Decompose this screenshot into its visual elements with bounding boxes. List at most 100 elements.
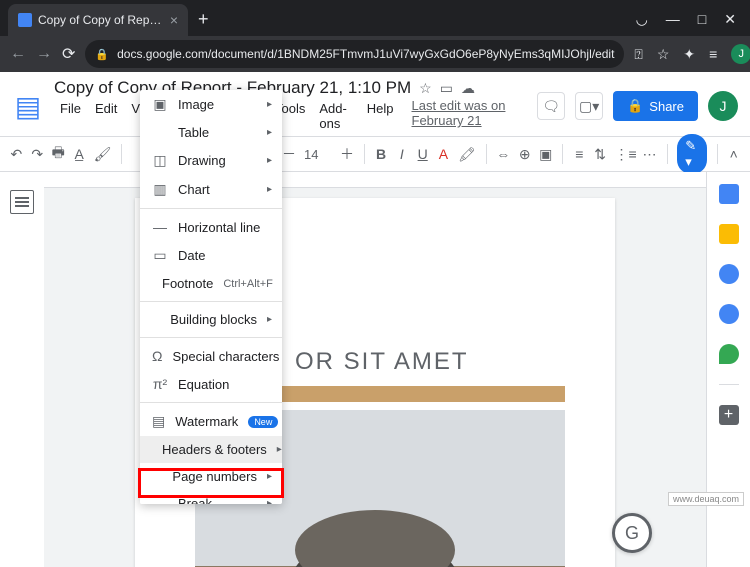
submenu-arrow-icon: ▸ (267, 498, 272, 504)
hide-menus-button[interactable]: ˄ (727, 146, 740, 162)
maximize-button[interactable]: □ (698, 11, 706, 28)
move-icon[interactable]: ▭ (440, 80, 453, 97)
editing-mode-button[interactable]: ✎ ▾ (677, 134, 706, 174)
paint-format-button[interactable]: 🖌 (94, 146, 112, 163)
menu-item-label: Horizontal line (178, 220, 272, 235)
line-spacing-button[interactable]: ⇅ (594, 146, 607, 163)
menu-item-label: Chart (178, 182, 257, 197)
formatting-toolbar: ↶ ↷ 🖶 A̲ 🖌 － 14 ＋ B I U A 🖍 ⇔ ⊕ ▣ ≡ ⇅ ⋮≡… (0, 136, 750, 172)
docs-logo[interactable]: ▤ (12, 86, 44, 126)
minimize-icon[interactable]: ◡ (636, 11, 648, 28)
contacts-icon[interactable] (719, 304, 739, 324)
menu-item-footnote[interactable]: FootnoteCtrl+Alt+F (140, 270, 282, 297)
menu-item-special-characters[interactable]: Ω Special characters (140, 342, 282, 370)
menu-item-watermark[interactable]: ▤WatermarkNew (140, 407, 282, 436)
menu-item-icon: ▭ (152, 247, 168, 264)
menu-item-equation[interactable]: π²Equation (140, 370, 282, 398)
docs-header: ▤ Copy of Copy of Report - February 21, … (0, 72, 750, 136)
insert-link-button[interactable]: ⇔ (496, 146, 510, 162)
menu-item-horizontal-line[interactable]: — Horizontal line (140, 213, 282, 241)
close-icon[interactable]: × (170, 12, 178, 28)
reload-button[interactable]: ⟳ (62, 44, 75, 64)
menu-item-label: Footnote (162, 276, 213, 291)
submenu-arrow-icon: ▸ (267, 471, 272, 482)
tab-title: Copy of Copy of Report - Febru... (38, 13, 164, 27)
menu-item-icon: — (152, 219, 168, 235)
last-edit-text[interactable]: Last edit was on February 21 (412, 98, 528, 134)
submenu-arrow-icon: ▸ (267, 184, 272, 195)
highlight-button[interactable]: 🖍 (458, 146, 476, 163)
minimize-button[interactable]: — (666, 11, 680, 28)
add-comment-button[interactable]: ⊕ (518, 146, 531, 163)
menu-item-chart[interactable]: ▥ Chart ▸ (140, 175, 282, 204)
address-bar: ← → ⟳ 🔒 docs.google.com/document/d/1BNDM… (0, 36, 750, 72)
extension-icon[interactable]: ✦ (683, 46, 695, 63)
list-button[interactable]: ⋮≡ (615, 146, 635, 163)
comment-history-button[interactable]: 🗨 (537, 92, 565, 120)
present-button[interactable]: ▢▾ (575, 92, 603, 120)
share-button[interactable]: 🔒 Share (613, 91, 698, 121)
document-heading[interactable]: OR SIT AMET (295, 348, 585, 376)
profile-avatar[interactable]: J (731, 44, 750, 64)
print-button[interactable]: 🖶 (52, 142, 65, 166)
text-color-button[interactable]: A (437, 146, 450, 162)
submenu-arrow-icon: ▸ (267, 314, 272, 325)
menu-file[interactable]: File (54, 98, 87, 134)
star-icon[interactable]: ☆ (419, 80, 432, 97)
bookmark-icon[interactable]: ☆ (657, 46, 670, 63)
new-tab-button[interactable]: + (188, 3, 219, 36)
lock-icon: 🔒 (95, 48, 109, 61)
get-addons-icon[interactable]: + (719, 405, 739, 425)
insert-image-button[interactable]: ▣ (539, 146, 552, 163)
back-button[interactable]: ← (10, 45, 26, 63)
menu-item-label: Special characters (172, 349, 279, 364)
account-avatar[interactable]: J (708, 91, 738, 121)
redo-button[interactable]: ↷ (31, 146, 44, 163)
menu-item-break[interactable]: Break▸ (140, 490, 282, 504)
menu-help[interactable]: Help (361, 98, 400, 134)
menu-item-icon: ▥ (152, 181, 168, 198)
browser-tab[interactable]: Copy of Copy of Report - Febru... × (8, 4, 188, 36)
menu-item-label: Building blocks (170, 312, 257, 327)
menu-bar: File Edit View Insert Format Tools Add-o… (54, 98, 527, 134)
calendar-icon[interactable] (719, 184, 739, 204)
font-size-input[interactable]: 14 (304, 147, 332, 162)
menu-item-image[interactable]: ▣Image▸ (140, 90, 282, 119)
font-size-increase[interactable]: ＋ (340, 144, 354, 164)
keep-icon[interactable] (719, 224, 739, 244)
menu-item-icon: ▣ (152, 96, 168, 113)
explore-button[interactable]: G (612, 513, 652, 553)
menu-item-headers-footers[interactable]: Headers & footers▸ (140, 436, 282, 463)
menu-item-icon: Ω (152, 348, 162, 364)
menu-item-table[interactable]: Table▸ (140, 119, 282, 146)
submenu-arrow-icon: ▸ (267, 127, 272, 138)
menu-item-drawing[interactable]: ◫Drawing▸ (140, 146, 282, 175)
menu-item-building-blocks[interactable]: Building blocks ▸ (140, 306, 282, 333)
menu-edit[interactable]: Edit (89, 98, 123, 134)
undo-button[interactable]: ↶ (10, 146, 23, 163)
italic-button[interactable]: I (395, 146, 408, 162)
favicon (18, 13, 32, 27)
tasks-icon[interactable] (719, 264, 739, 284)
more-button[interactable]: ⋯ (643, 146, 657, 163)
font-size-decrease[interactable]: － (282, 144, 296, 164)
spellcheck-button[interactable]: A̲ (73, 146, 86, 162)
menu-item-label: Drawing (178, 153, 257, 168)
url-input[interactable]: 🔒 docs.google.com/document/d/1BNDM25FTmv… (85, 40, 624, 68)
submenu-arrow-icon: ▸ (277, 444, 282, 455)
align-button[interactable]: ≡ (573, 146, 586, 162)
underline-button[interactable]: U (416, 146, 429, 162)
share-icon[interactable]: ⍰ (634, 46, 642, 63)
menu-addons[interactable]: Add-ons (313, 98, 358, 134)
submenu-arrow-icon: ▸ (267, 155, 272, 166)
menu-item-page-numbers[interactable]: Page numbers▸ (140, 463, 282, 490)
reader-icon[interactable]: ≡ (709, 46, 717, 62)
outline-icon[interactable] (10, 190, 34, 214)
menu-item-label: Image (178, 97, 257, 112)
cloud-icon[interactable]: ☁ (461, 80, 475, 97)
bold-button[interactable]: B (375, 146, 388, 162)
menu-item-label: Watermark (175, 414, 238, 429)
close-window-button[interactable]: ✕ (724, 11, 736, 28)
maps-icon[interactable] (719, 344, 739, 364)
menu-item-date[interactable]: ▭Date (140, 241, 282, 270)
